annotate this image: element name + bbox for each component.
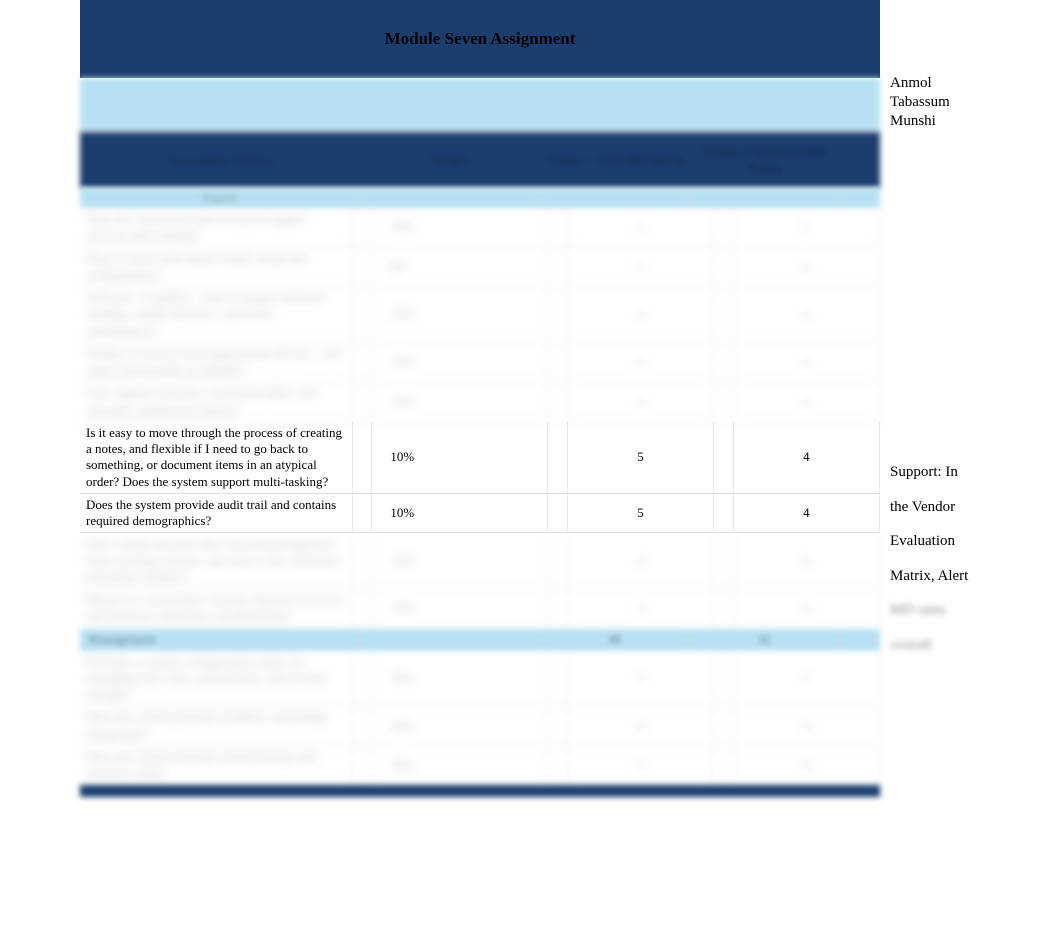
vendor2-rating-cell: 4 xyxy=(734,422,880,493)
criteria-cell: Does the system provide technical suppor… xyxy=(80,208,353,247)
support-line-6: overall xyxy=(890,628,1050,663)
bottom-band xyxy=(80,785,880,797)
header-criteria: Assessment Criteria xyxy=(80,132,360,188)
vendor1-rating-cell: 5 xyxy=(568,651,714,706)
criteria-cell: Does the system provide workflow and bil… xyxy=(80,706,353,745)
vendor1-rating-cell: 5 xyxy=(568,208,714,247)
criteria-cell: Outline of service level agreements (SLA… xyxy=(80,343,353,382)
section-total-v1: 48 xyxy=(540,629,690,651)
weight-cell: 10% xyxy=(372,589,548,628)
subheader-section: Support xyxy=(80,188,360,208)
weight-cell: 10% xyxy=(372,422,548,493)
author-name-block: Anmol Tabassum Munshi xyxy=(890,74,1050,130)
table-row: User support structure, escalation paths… xyxy=(80,382,880,422)
support-line-4: Matrix, Alert xyxy=(890,559,1050,594)
table-row: Does it assist with initial vendor setup… xyxy=(80,248,880,288)
support-line-1: Support: In xyxy=(890,455,1050,490)
criteria-cell: Hosted vs. on-premise: backup, disaster-… xyxy=(80,589,353,628)
table-header-row: Assessment Criteria Weight Vendor 1 Aler… xyxy=(80,132,880,188)
table-row: Software / Usability – does it require m… xyxy=(80,287,880,343)
vendor2-rating-cell: 4 xyxy=(734,343,880,382)
criteria-cell: User support structure, escalation paths… xyxy=(80,382,353,421)
weight-cell: 10% xyxy=(372,382,548,421)
evaluation-matrix-document: Module Seven Assignment Assessment Crite… xyxy=(80,0,880,797)
header-vendor1: Vendor 1 Alert MD Rating xyxy=(540,132,690,188)
vendor2-rating-cell: 5 xyxy=(734,208,880,247)
table-row: Does the system provide technical suppor… xyxy=(80,208,880,248)
criteria-cell: Does the system provide system backup an… xyxy=(80,746,353,785)
vendor1-rating-cell: 5 xyxy=(568,746,714,785)
table-row: Hosted vs. on-premise: backup, disaster-… xyxy=(80,589,880,629)
vendor1-rating-cell: 4 xyxy=(568,382,714,421)
criteria-cell: Does vendor provide data conversion/migr… xyxy=(80,533,353,588)
weight-cell: 10% xyxy=(372,746,548,785)
title-banner: Module Seven Assignment xyxy=(80,0,880,78)
weight-cell: 10% xyxy=(372,651,548,706)
table-row: Is it easy to move through the process o… xyxy=(80,422,880,494)
vendor2-rating-cell: 5 xyxy=(734,651,880,706)
page-title: Module Seven Assignment xyxy=(385,29,576,49)
support-line-3: Evaluation xyxy=(890,524,1050,559)
section-label-row: Management 48 42 xyxy=(80,629,880,651)
criteria-cell: Does it assist with initial vendor setup… xyxy=(80,248,353,287)
section-total-v2: 42 xyxy=(690,629,840,651)
criteria-cell: Is it easy to move through the process o… xyxy=(80,422,353,493)
weight-cell: 8% xyxy=(372,248,548,287)
vendor2-rating-cell: 4 xyxy=(734,706,880,745)
author-line-1: Anmol xyxy=(890,74,1050,93)
support-line-2: the Vendor xyxy=(890,490,1050,525)
vendor1-rating-cell: 4 xyxy=(568,533,714,588)
author-line-2: Tabassum xyxy=(890,93,1050,112)
support-note-block: Support: In the Vendor Evaluation Matrix… xyxy=(890,455,1050,662)
vendor2-rating-cell: 4 xyxy=(734,287,880,342)
subheader-row: Support xyxy=(80,188,880,208)
vendor1-rating-cell: 5 xyxy=(568,494,714,533)
author-line-3: Munshi xyxy=(890,112,1050,131)
vendor1-rating-cell: 5 xyxy=(568,422,714,493)
section-band-top xyxy=(80,78,880,132)
header-weight: Weight xyxy=(360,132,540,188)
weight-cell: 10% xyxy=(372,533,548,588)
vendor1-rating-cell: 5 xyxy=(568,248,714,287)
weight-cell: 10% xyxy=(372,343,548,382)
section-label: Management xyxy=(80,629,360,651)
table-row: Does the system provide system backup an… xyxy=(80,746,880,786)
table-row: Does the system provide workflow and bil… xyxy=(80,706,880,746)
vendor1-rating-cell: 4 xyxy=(568,706,714,745)
vendor2-rating-cell: 4 xyxy=(734,746,880,785)
table-row: Outline of service level agreements (SLA… xyxy=(80,343,880,383)
criteria-cell: Provides a system configuration utility … xyxy=(80,651,353,706)
vendor2-rating-cell: 4 xyxy=(734,533,880,588)
header-vendor2: Vendor 2 Nextech EMR Rating xyxy=(690,132,840,188)
table-row: Provides a system configuration utility … xyxy=(80,651,880,707)
table-row: Does the system provide audit trail and … xyxy=(80,494,880,534)
vendor1-rating-cell: 5 xyxy=(568,343,714,382)
table-row: Does vendor provide data conversion/migr… xyxy=(80,533,880,589)
support-line-5: MD rates xyxy=(890,593,1050,628)
weight-cell: 10% xyxy=(372,494,548,533)
weight-cell: 10% xyxy=(372,208,548,247)
vendor1-rating-cell: 5 xyxy=(568,589,714,628)
vendor2-rating-cell: 4 xyxy=(734,494,880,533)
vendor1-rating-cell: 4 xyxy=(568,287,714,342)
weight-cell: 10% xyxy=(372,706,548,745)
vendor2-rating-cell: 4 xyxy=(734,382,880,421)
criteria-cell: Software / Usability – does it require m… xyxy=(80,287,353,342)
vendor2-rating-cell: 4 xyxy=(734,248,880,287)
criteria-cell: Does the system provide audit trail and … xyxy=(80,494,353,533)
weight-cell: 12% xyxy=(372,287,548,342)
vendor2-rating-cell: 4 xyxy=(734,589,880,628)
